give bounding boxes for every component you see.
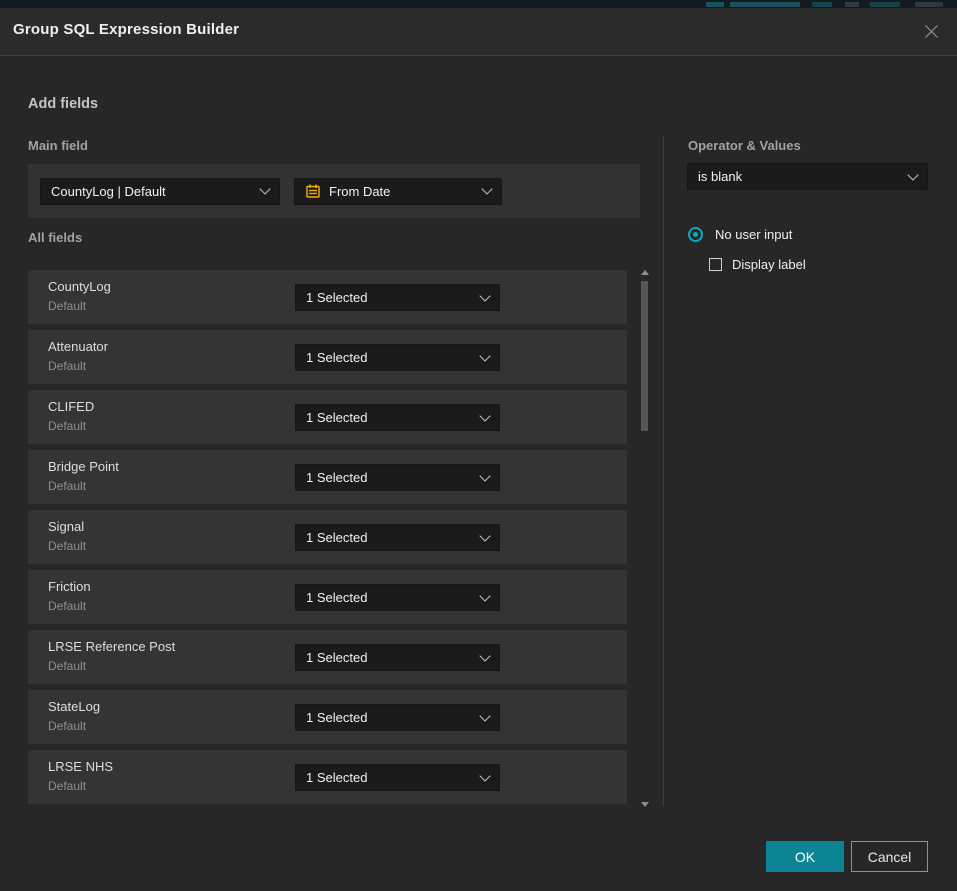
field-selection-dropdown[interactable]: 1 Selected [295, 464, 500, 491]
field-name: Signal [48, 519, 84, 534]
field-selection-value: 1 Selected [306, 650, 481, 665]
background-fragment [812, 2, 832, 7]
main-field-select-value: From Date [329, 184, 475, 199]
chevron-down-icon [479, 590, 490, 601]
field-selection-value: 1 Selected [306, 410, 481, 425]
layer-select[interactable]: CountyLog | Default [40, 178, 280, 205]
field-selection-value: 1 Selected [306, 350, 481, 365]
display-label-checkbox-row[interactable]: Display label [709, 257, 806, 272]
field-sublabel: Default [48, 299, 86, 313]
field-name: LRSE Reference Post [48, 639, 175, 654]
background-fragment [915, 2, 943, 7]
ok-button[interactable]: OK [766, 841, 844, 872]
field-name: StateLog [48, 699, 100, 714]
dialog-titlebar: Group SQL Expression Builder [0, 8, 957, 56]
field-sublabel: Default [48, 419, 86, 433]
vertical-divider [663, 136, 664, 806]
field-name: CountyLog [48, 279, 111, 294]
field-sublabel: Default [48, 599, 86, 613]
scroll-down-arrow-icon[interactable] [641, 802, 649, 807]
field-selection-value: 1 Selected [306, 290, 481, 305]
field-selection-dropdown[interactable]: 1 Selected [295, 644, 500, 671]
field-sublabel: Default [48, 779, 86, 793]
field-row-attenuator: Attenuator Default 1 Selected [28, 330, 627, 384]
field-selection-value: 1 Selected [306, 710, 481, 725]
field-row-friction: Friction Default 1 Selected [28, 570, 627, 624]
fields-scrollbar[interactable] [640, 270, 649, 807]
group-sql-expression-builder-dialog: Group SQL Expression Builder Add fields … [0, 8, 957, 891]
chevron-down-icon [259, 183, 270, 194]
field-selection-value: 1 Selected [306, 470, 481, 485]
chevron-down-icon [479, 530, 490, 541]
chevron-down-icon [479, 350, 490, 361]
field-row-signal: Signal Default 1 Selected [28, 510, 627, 564]
field-selection-dropdown[interactable]: 1 Selected [295, 764, 500, 791]
all-fields-label: All fields [28, 230, 82, 245]
radio-selected-icon[interactable] [688, 227, 703, 242]
chevron-down-icon [479, 770, 490, 781]
field-sublabel: Default [48, 539, 86, 553]
field-row-countylog: CountyLog Default 1 Selected [28, 270, 627, 324]
field-name: CLIFED [48, 399, 94, 414]
background-fragment [845, 2, 859, 7]
display-label-label: Display label [732, 257, 806, 272]
field-selection-value: 1 Selected [306, 770, 481, 785]
field-row-statelog: StateLog Default 1 Selected [28, 690, 627, 744]
no-user-input-label: No user input [715, 227, 792, 242]
chevron-down-icon [479, 650, 490, 661]
background-fragment [870, 2, 900, 7]
scrollbar-thumb[interactable] [641, 281, 648, 431]
field-row-bridge-point: Bridge Point Default 1 Selected [28, 450, 627, 504]
field-sublabel: Default [48, 479, 86, 493]
background-app-strip [0, 0, 957, 8]
chevron-down-icon [479, 710, 490, 721]
field-selection-dropdown[interactable]: 1 Selected [295, 704, 500, 731]
background-fragment [730, 2, 800, 7]
field-selection-dropdown[interactable]: 1 Selected [295, 404, 500, 431]
field-selection-dropdown[interactable]: 1 Selected [295, 524, 500, 551]
field-sublabel: Default [48, 719, 86, 733]
chevron-down-icon [479, 290, 490, 301]
field-name: Attenuator [48, 339, 108, 354]
field-row-lrse-nhs: LRSE NHS Default 1 Selected [28, 750, 627, 804]
cancel-button[interactable]: Cancel [851, 841, 928, 872]
add-fields-heading: Add fields [28, 96, 98, 112]
main-field-select[interactable]: From Date [294, 178, 502, 205]
field-row-lrse-reference-post: LRSE Reference Post Default 1 Selected [28, 630, 627, 684]
field-selection-dropdown[interactable]: 1 Selected [295, 344, 500, 371]
field-name: LRSE NHS [48, 759, 113, 774]
field-name: Friction [48, 579, 91, 594]
field-selection-dropdown[interactable]: 1 Selected [295, 584, 500, 611]
close-icon[interactable] [921, 21, 941, 41]
dialog-title: Group SQL Expression Builder [13, 21, 239, 38]
field-sublabel: Default [48, 359, 86, 373]
field-row-clifed: CLIFED Default 1 Selected [28, 390, 627, 444]
chevron-down-icon [479, 470, 490, 481]
field-selection-dropdown[interactable]: 1 Selected [295, 284, 500, 311]
screen: Group SQL Expression Builder Add fields … [0, 0, 957, 891]
chevron-down-icon [481, 183, 492, 194]
field-selection-value: 1 Selected [306, 590, 481, 605]
calendar-icon [305, 183, 321, 199]
operator-select-value: is blank [698, 169, 909, 184]
radio-dot [693, 232, 698, 237]
chevron-down-icon [907, 169, 918, 180]
main-field-label: Main field [28, 138, 88, 153]
operator-values-label: Operator & Values [688, 138, 801, 153]
operator-select[interactable]: is blank [687, 163, 928, 190]
field-selection-value: 1 Selected [306, 530, 481, 545]
field-sublabel: Default [48, 659, 86, 673]
background-fragment [706, 2, 724, 7]
main-field-panel: CountyLog | Default From Date [28, 164, 640, 218]
checkbox-unchecked-icon[interactable] [709, 258, 722, 271]
no-user-input-radio[interactable]: No user input [688, 227, 792, 242]
field-name: Bridge Point [48, 459, 119, 474]
all-fields-list: CountyLog Default 1 Selected Attenuator … [28, 270, 627, 804]
chevron-down-icon [479, 410, 490, 421]
scroll-up-arrow-icon[interactable] [641, 270, 649, 275]
layer-select-value: CountyLog | Default [51, 184, 261, 199]
